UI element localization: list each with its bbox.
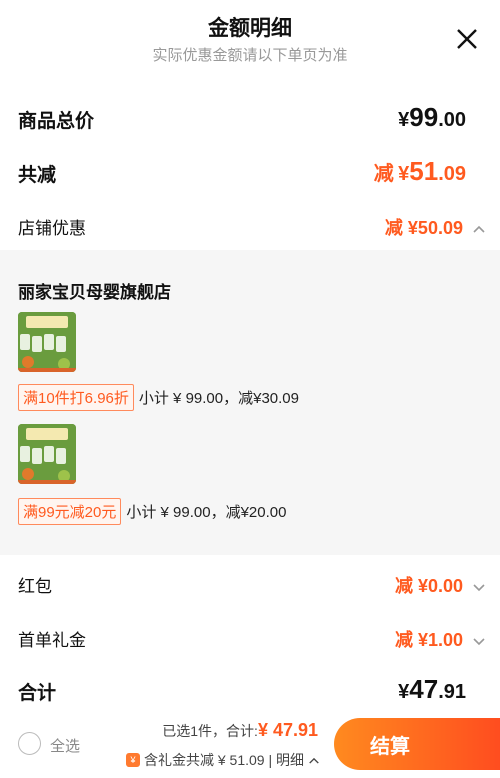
modal-subtitle: 实际优惠金额请以下单页为准 [152,47,348,64]
red-packet-row[interactable]: 红包 减 ¥0.00 [0,568,500,604]
total-price-amount: ¥99.00 [398,102,466,132]
sum-row: 合计 ¥47.91 [0,674,500,712]
total-price-label: 商品总价 [18,111,95,132]
modal-title: 金额明细 [208,17,292,40]
checkout-button[interactable]: 结算 [334,718,500,770]
product-image[interactable] [18,312,76,372]
promo-line-2: 满99元减20元 小计 ¥ 99.00，减¥20.00 [18,497,287,525]
promo-tag: 满99元减20元 [18,497,122,525]
promo-tag: 满10件打6.96折 [18,383,134,411]
close-icon [457,29,477,49]
total-reduce-label: 共减 [18,165,57,186]
store-discount-label: 店铺优惠 [18,219,86,238]
total-reduce-amount: 减 ¥51.09 [373,156,466,186]
select-all-checkbox[interactable] [18,732,41,755]
red-packet-amount: 减 ¥0.00 [395,572,486,598]
store-discount-row[interactable]: 店铺优惠 减 ¥50.09 [0,208,500,244]
close-button[interactable] [454,26,480,52]
first-order-row[interactable]: 首单礼金 减 ¥1.00 [0,622,500,658]
promo-subtotal: 小计 ¥ 99.00，减¥20.00 [126,503,287,521]
sum-amount: ¥47.91 [398,674,466,704]
store-name: 丽家宝贝母婴旗舰店 [18,283,171,302]
selected-total: ¥ 47.91 [257,720,318,740]
selected-summary: 已选1件，合计:¥ 47.91 [162,720,318,740]
modal-header: 金额明细 实际优惠金额请以下单页为准 [0,0,500,80]
promo-subtotal: 小计 ¥ 99.00，减¥30.09 [138,389,299,407]
discount-detail-link[interactable]: ¥ 含礼金共减 ¥ 51.09 | 明细 [125,750,320,770]
first-order-label: 首单礼金 [18,631,86,650]
promo-line-1: 满10件打6.96折 小计 ¥ 99.00，减¥30.09 [18,383,299,411]
gift-icon: ¥ [125,753,140,767]
checkout-bar: 全选 已选1件，合计:¥ 47.91 ¥ 含礼金共减 ¥ 51.09 | 明细 … [0,712,500,778]
chevron-down-icon [473,584,485,592]
chevron-up-icon [309,757,319,764]
select-all-label[interactable]: 全选 [50,735,80,756]
store-discount-panel: 丽家宝贝母婴旗舰店 满10件打6.96折 小计 ¥ 99.00，减¥30.09 [0,250,500,555]
red-packet-label: 红包 [18,577,52,596]
first-order-amount: 减 ¥1.00 [395,626,486,652]
total-price-row: 商品总价 ¥99.00 [0,100,500,140]
chevron-up-icon [473,225,485,233]
total-reduce-row: 共减 减 ¥51.09 [0,154,500,194]
store-discount-amount: 减 ¥50.09 [385,214,486,240]
product-image[interactable] [18,424,76,484]
chevron-down-icon [473,638,485,646]
sum-label: 合计 [18,683,57,704]
